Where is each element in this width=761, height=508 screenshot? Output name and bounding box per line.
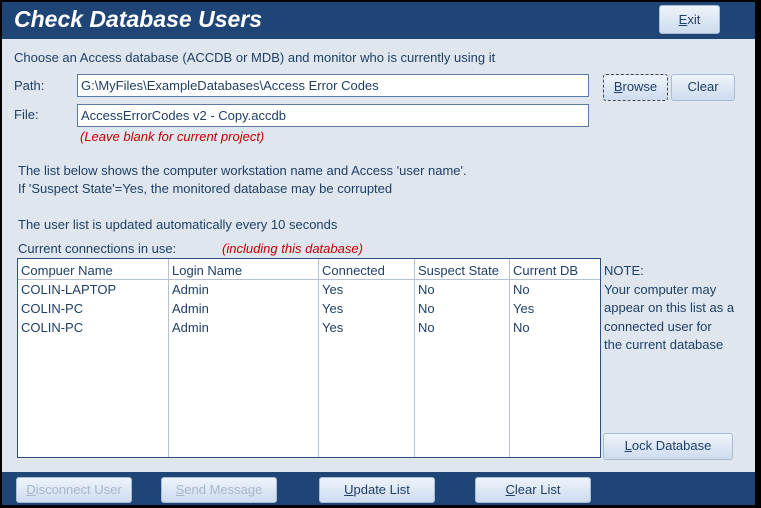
update-list-button[interactable]: Update List [319,477,435,503]
column-header[interactable]: Connected [322,263,385,278]
list-cell[interactable]: COLIN-LAPTOP [21,282,116,297]
note-title: NOTE: [604,263,644,278]
column-header[interactable]: Current DB [513,263,578,278]
list-cell[interactable]: COLIN-PC [21,320,83,335]
note-line: appear on this list as a [604,300,735,315]
list-cell[interactable]: Admin [172,301,209,316]
list-cell[interactable]: Admin [172,282,209,297]
list-cell[interactable]: Yes [513,301,534,316]
lock-database-button[interactable]: Lock Database [603,433,733,460]
clear-list-button[interactable]: Clear List [475,477,591,503]
disconnect-user-button[interactable]: Disconnect User [16,477,132,503]
column-header[interactable]: Login Name [172,263,242,278]
browse-button[interactable]: Browse [603,74,668,101]
info-text-2: If 'Suspect State'=Yes, the monitored da… [18,181,393,196]
check-database-users-form: Check Database Users Exit Choose an Acce… [2,2,755,505]
form-title: Check Database Users [14,6,263,32]
list-cell[interactable]: No [418,301,435,316]
send-message-button[interactable]: Send Message [161,477,277,503]
list-cell[interactable]: No [513,282,530,297]
file-label: File: [14,107,39,122]
list-cell[interactable]: Yes [322,301,343,316]
file-hint: (Leave blank for current project) [80,129,265,144]
column-header[interactable]: Compuer Name [21,263,113,278]
column-header[interactable]: Suspect State [418,263,499,278]
note-line: the current database [604,337,724,352]
info-text-1: The list below shows the computer workst… [18,163,467,178]
column-divider [414,259,415,457]
file-input[interactable]: AccessErrorCodes v2 - Copy.accdb [77,104,589,127]
list-cell[interactable]: No [418,282,435,297]
connections-label: Current connections in use: [18,241,177,256]
path-label: Path: [14,78,45,93]
column-divider [318,259,319,457]
header-bar: Check Database Users Exit [2,2,755,39]
note-line: connected user for [604,318,712,334]
list-cell[interactable]: Yes [322,320,343,335]
list-cell[interactable]: No [418,320,435,335]
clear-button[interactable]: Clear [671,74,735,101]
list-cell[interactable]: Admin [172,320,209,335]
note-line: Your computer may [604,281,717,297]
note-panel: NOTE: Your computer may appear on this l… [604,262,734,355]
info-text-3: The user list is updated automatically e… [18,217,338,232]
exit-button[interactable]: Exit [659,5,720,34]
list-cell[interactable]: Yes [322,282,343,297]
list-cell[interactable]: COLIN-PC [21,301,83,316]
list-cell[interactable]: No [513,320,530,335]
connections-hint: (including this database) [222,241,363,256]
column-divider [509,259,510,457]
path-input[interactable]: G:\MyFiles\ExampleDatabases\Access Error… [77,74,589,97]
footer-bar: Disconnect User Send Message Update List… [2,472,755,505]
column-divider [168,259,169,457]
connections-list[interactable]: Compuer Name Login Name Connected Suspect S… [17,258,601,458]
intro-text: Choose an Access database (ACCDB or MDB)… [14,50,496,65]
